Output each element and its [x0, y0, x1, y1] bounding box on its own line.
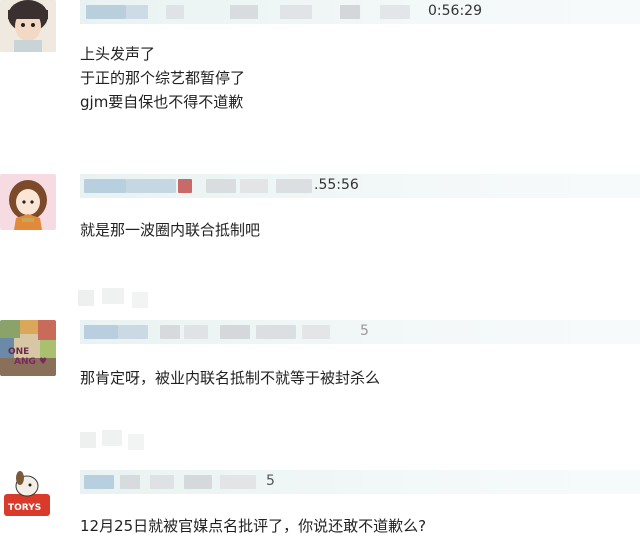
comment-time: 0:56:29: [428, 3, 482, 19]
comment-header: 5: [80, 320, 640, 344]
comment-item: ONE ANG ♥ 5 那肯定呀，被业内联名抵制不就等于被封杀么: [0, 320, 640, 400]
comment-line: 于正的那个综艺都暂停了: [80, 69, 246, 87]
comment-item: 0:56:29 上头发声了 于正的那个综艺都暂停了 gjm要自保也不得不道歉: [0, 0, 640, 130]
cartoon-girl-icon: [0, 174, 56, 230]
blurred-area: [72, 430, 162, 450]
comment-item: TORYS 5 12月25日就被官媒点名批评了，你说还敢不道歉么?: [0, 470, 640, 544]
colorful-art-icon: ONE ANG ♥: [0, 320, 56, 376]
comment-line: 12月25日就被官媒点名批评了，你说还敢不道歉么?: [80, 517, 427, 535]
svg-text:TORYS: TORYS: [8, 503, 41, 513]
user-avatar[interactable]: ONE ANG ♥: [0, 320, 56, 376]
comment-time: 5: [266, 473, 275, 489]
comment-text: 就是那一波圈内联合抵制吧: [80, 218, 260, 242]
comment-line: 就是那一波圈内联合抵制吧: [80, 221, 261, 239]
girl-portrait-icon: [0, 0, 56, 52]
comment-time: .55:56: [314, 177, 359, 193]
comment-text: 那肯定呀，被业内联名抵制不就等于被封杀么: [80, 366, 380, 390]
user-avatar[interactable]: TORYS: [0, 470, 56, 526]
comment-header: .55:56: [80, 174, 640, 198]
comment-header: 5: [80, 470, 640, 494]
comment-text: 上头发声了 于正的那个综艺都暂停了 gjm要自保也不得不道歉: [80, 42, 245, 114]
comment-line: 上头发声了: [80, 45, 156, 63]
user-avatar[interactable]: [0, 0, 56, 52]
comment-time: 5: [360, 323, 369, 339]
dog-logo-icon: TORYS: [0, 470, 56, 526]
svg-text:ANG ♥: ANG ♥: [14, 357, 47, 367]
comment-header: 0:56:29: [80, 0, 640, 24]
comment-item: .55:56 就是那一波圈内联合抵制吧: [0, 172, 640, 252]
comment-line: gjm要自保也不得不道歉: [80, 93, 244, 111]
blurred-area: [72, 286, 192, 310]
comment-text: 12月25日就被官媒点名批评了，你说还敢不道歉么?: [80, 514, 426, 538]
user-avatar[interactable]: [0, 174, 56, 230]
comment-line: 那肯定呀，被业内联名抵制不就等于被封杀么: [80, 369, 381, 387]
svg-text:ONE: ONE: [8, 347, 29, 357]
